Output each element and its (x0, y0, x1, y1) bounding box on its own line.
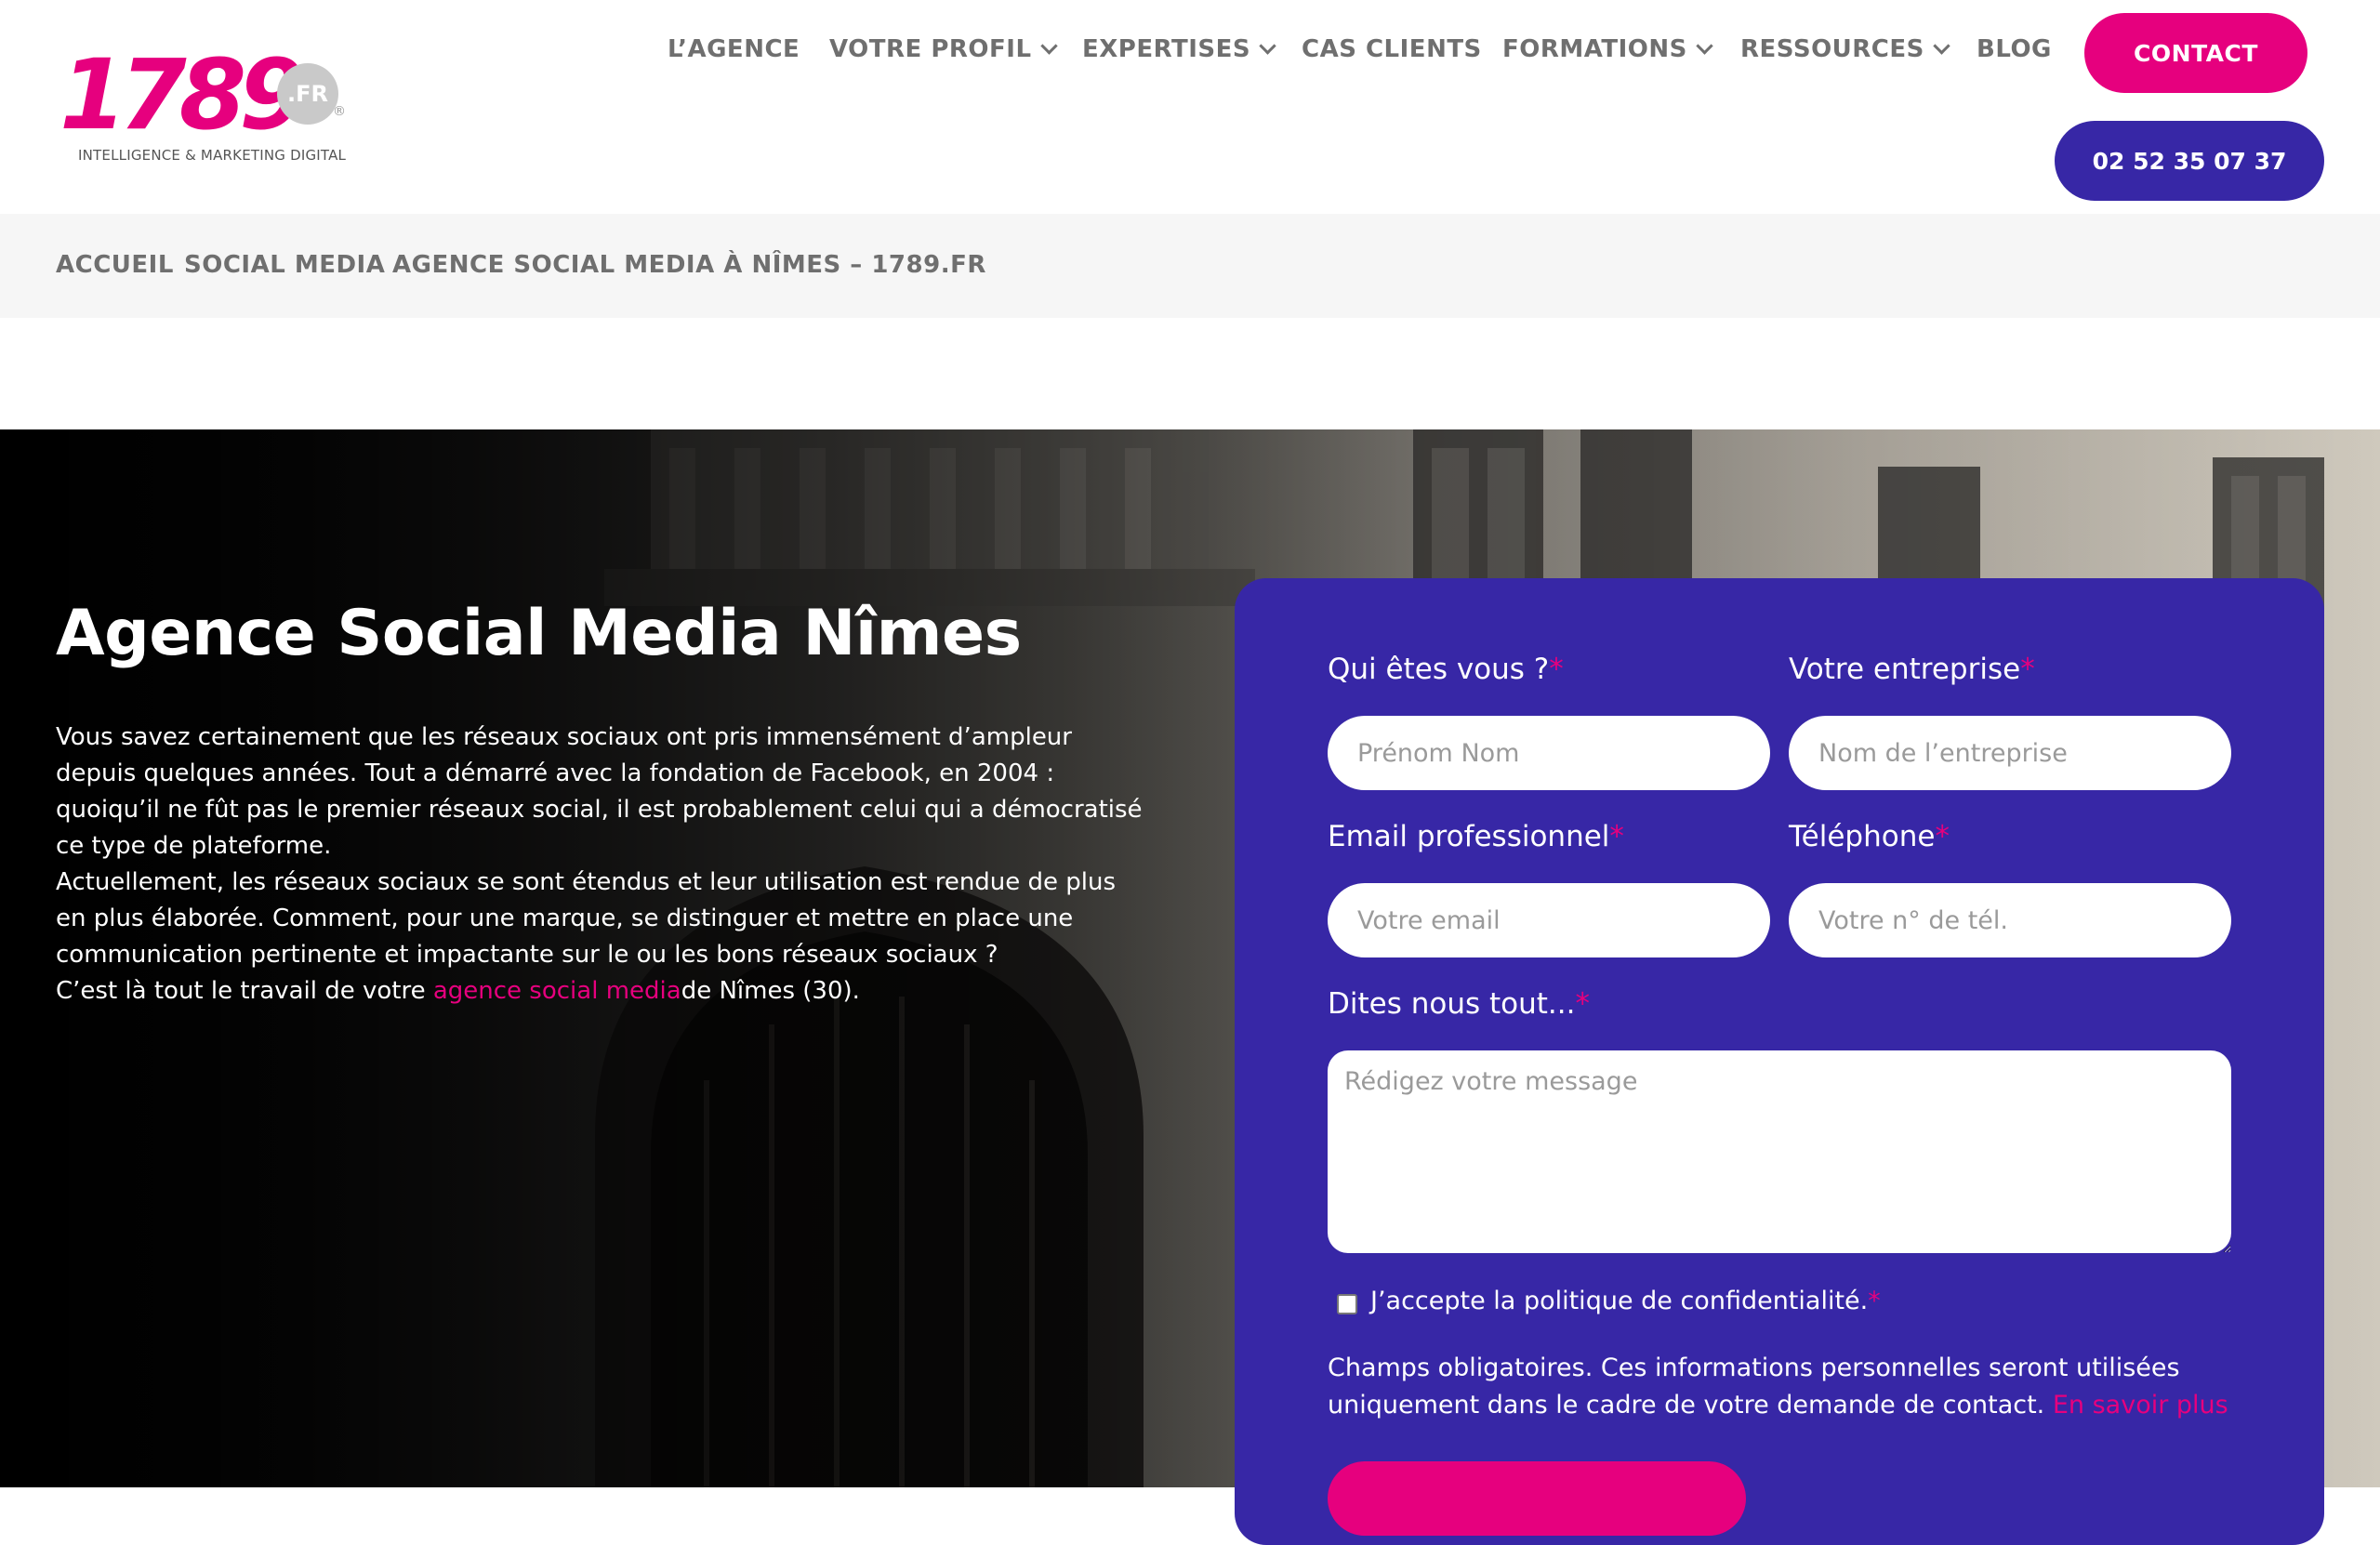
message-label: Dites nous tout...* (1328, 987, 1590, 1021)
breadcrumb-item-social-media[interactable]: SOCIAL MEDIA (184, 251, 385, 279)
submit-button[interactable] (1328, 1461, 1746, 1536)
company-input[interactable] (1789, 716, 2231, 790)
breadcrumb-item-accueil[interactable]: ACCUEIL (56, 251, 174, 279)
breadcrumb-item-current: AGENCE SOCIAL MEDIA À NÎMES – 1789.FR (392, 251, 986, 279)
required-mark: * (1609, 820, 1624, 853)
label-text: J’accepte la politique de confidentialit… (1370, 1287, 1869, 1315)
email-input[interactable] (1328, 883, 1770, 957)
page-title: Agence Social Media Nîmes (56, 597, 1022, 670)
phone-button[interactable]: 02 52 35 07 37 (2055, 121, 2324, 201)
nav-item-votre-profil[interactable]: VOTRE PROFIL (829, 35, 1058, 63)
site-logo[interactable]: 1789 .FR ® INTELLIGENCE & MARKETING DIGI… (60, 38, 346, 167)
contact-form: Qui êtes vous ?* Votre entreprise* Email… (1235, 578, 2324, 1545)
contact-button[interactable]: CONTACT (2084, 13, 2307, 93)
nav-item-ressources[interactable]: RESSOURCES (1740, 35, 1950, 63)
logo-fr-badge: .FR (277, 63, 338, 125)
phone-input[interactable] (1789, 883, 2231, 957)
breadcrumb: ACCUEIL SOCIAL MEDIA AGENCE SOCIAL MEDIA… (0, 214, 2380, 318)
hero-description: Vous savez certainement que les réseaux … (56, 720, 1153, 1010)
chevron-down-icon (1933, 36, 1950, 55)
logo-registered-mark: ® (333, 104, 346, 119)
required-mark: * (1935, 820, 1950, 853)
nav-label: EXPERTISES (1082, 35, 1251, 63)
email-label: Email professionnel* (1328, 820, 1624, 853)
name-label: Qui êtes vous ?* (1328, 653, 1564, 686)
nav-item-blog[interactable]: BLOG (1977, 35, 2052, 63)
hero-text-fragment: C’est là tout le travail de votre (56, 977, 433, 1005)
nav-item-expertises[interactable]: EXPERTISES (1082, 35, 1276, 63)
nav-label: RESSOURCES (1740, 35, 1924, 63)
nav-item-agence[interactable]: L’AGENCE (668, 35, 800, 63)
required-mark: * (1549, 653, 1564, 686)
chevron-down-icon (1696, 36, 1713, 55)
nav-label: BLOG (1977, 35, 2052, 63)
legal-notice: Champs obligatoires. Ces informations pe… (1328, 1350, 2257, 1424)
label-text: Dites nous tout... (1328, 987, 1576, 1021)
label-text: Téléphone (1789, 820, 1936, 853)
nav-item-formations[interactable]: FORMATIONS (1502, 35, 1713, 63)
nav-label: L’AGENCE (668, 35, 800, 63)
label-text: Email professionnel (1328, 820, 1610, 853)
agence-social-media-link[interactable]: agence social media (433, 977, 681, 1005)
hero-paragraph: Actuellement, les réseaux sociaux se son… (56, 868, 1117, 969)
required-mark: * (1575, 987, 1590, 1021)
company-label: Votre entreprise* (1789, 653, 2035, 686)
nav-label: FORMATIONS (1502, 35, 1687, 63)
nav-label: VOTRE PROFIL (829, 35, 1032, 63)
logo-number: 1789 (60, 38, 306, 152)
message-textarea[interactable] (1328, 1050, 2231, 1253)
phone-label: Téléphone* (1789, 820, 1950, 853)
hero-paragraph: Vous savez certainement que les réseaux … (56, 723, 1143, 860)
hero-paragraph: C’est là tout le travail de votre agence… (56, 973, 1153, 1010)
consent-label: J’accepte la politique de confidentialit… (1370, 1287, 1881, 1315)
name-input[interactable] (1328, 716, 1770, 790)
chevron-down-icon (1259, 36, 1276, 55)
label-text: Qui êtes vous ? (1328, 653, 1550, 686)
nav-label: CAS CLIENTS (1302, 35, 1482, 63)
logo-tagline: INTELLIGENCE & MARKETING DIGITAL (78, 147, 347, 164)
hero-text-fragment: de Nîmes (30). (681, 977, 860, 1005)
required-mark: * (2020, 653, 2035, 686)
learn-more-link[interactable]: En savoir plus (2053, 1391, 2228, 1420)
required-mark: * (1868, 1287, 1881, 1315)
nav-item-cas-clients[interactable]: CAS CLIENTS (1302, 35, 1482, 63)
consent-checkbox[interactable] (1337, 1294, 1357, 1314)
label-text: Votre entreprise (1789, 653, 2021, 686)
chevron-down-icon (1039, 36, 1058, 55)
